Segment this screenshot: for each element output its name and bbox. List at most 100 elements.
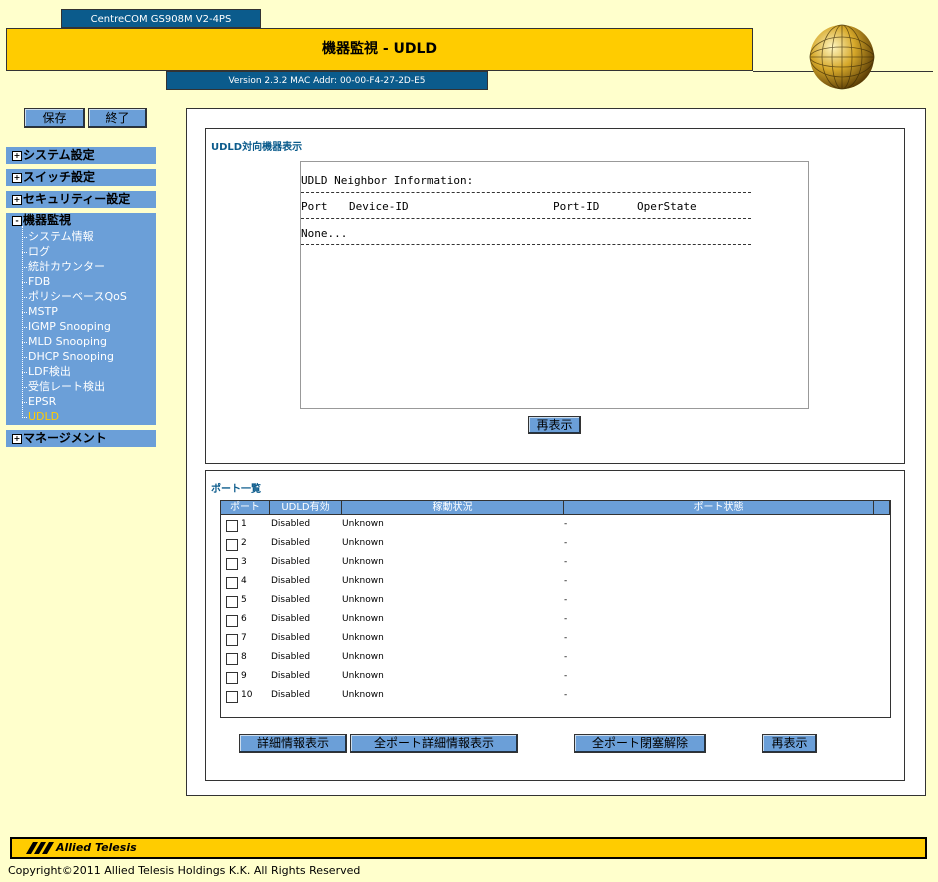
sidebar-item-label: 受信レート検出 [28,380,105,393]
col-port: Port [301,200,328,213]
sidebar-item-system-info[interactable]: システム情報 [22,229,94,244]
row-checkbox[interactable] [226,577,238,589]
operating-status: Unknown [342,690,384,700]
port-number: 1 [241,519,247,529]
sidebar-item-igmp[interactable]: IGMP Snooping [22,319,111,334]
version-info: Version 2.3.2 MAC Addr: 00-00-F4-27-2D-E… [166,71,488,90]
row-checkbox[interactable] [226,653,238,665]
port-state: - [564,690,568,700]
operating-status: Unknown [342,633,384,643]
port-state: - [564,576,568,586]
port-number: 8 [241,652,247,662]
globe-logo-icon [809,24,875,90]
sidebar-item-counters[interactable]: 統計カウンター [22,259,105,274]
sidebar-section-label: 機器監視 [23,213,72,227]
sidebar-item-label: LDF検出 [28,365,71,378]
sidebar-item-mstp[interactable]: MSTP [22,304,58,319]
neighbor-info-box: UDLD Neighbor Information: Port Device-I… [300,161,809,409]
row-checkbox[interactable] [226,634,238,646]
port-number: 3 [241,557,247,567]
operating-status: Unknown [342,576,384,586]
divider [301,244,751,245]
port-number: 7 [241,633,247,643]
port-refresh-button[interactable]: 再表示 [762,734,817,753]
neighbor-info-heading: UDLD Neighbor Information: [301,174,474,187]
port-list-title: ポート一覧 [211,484,261,495]
row-checkbox[interactable] [226,672,238,684]
udld-status: Disabled [271,633,311,643]
port-state: - [564,557,568,567]
header-operating-status: 稼動状況 [342,501,564,515]
port-state: - [564,519,568,529]
row-checkbox[interactable] [226,596,238,608]
operating-status: Unknown [342,538,384,548]
port-table: ポート UDLD有効 稼動状況 ポート状態 1 Disabled Unknown… [220,500,891,718]
port-state: - [564,614,568,624]
udld-status: Disabled [271,671,311,681]
header-port-state: ポート状態 [564,501,874,515]
expand-icon: + [12,172,22,183]
port-number: 5 [241,595,247,605]
collapse-icon: - [12,215,22,226]
col-oper-state: OperState [637,200,697,213]
sidebar-security-settings[interactable]: + セキュリティー設定 [6,191,156,208]
sidebar-item-log[interactable]: ログ [22,244,50,259]
port-number: 2 [241,538,247,548]
col-device-id: Device-ID [349,200,409,213]
expand-icon: + [12,194,22,205]
udld-status: Disabled [271,538,311,548]
sidebar-item-label: EPSR [28,395,57,408]
port-number: 4 [241,576,247,586]
udld-status: Disabled [271,557,311,567]
operating-status: Unknown [342,652,384,662]
port-number: 6 [241,614,247,624]
sidebar-item-ldf[interactable]: LDF検出 [22,364,71,379]
operating-status: Unknown [342,557,384,567]
sidebar-system-settings[interactable]: + システム設定 [6,147,156,164]
sidebar-item-epsr[interactable]: EPSR [22,394,57,409]
sidebar-item-mld[interactable]: MLD Snooping [22,334,107,349]
sidebar-monitor-header[interactable]: - 機器監視 [6,213,71,228]
sidebar-item-dhcp[interactable]: DHCP Snooping [22,349,114,364]
row-checkbox[interactable] [226,691,238,703]
detail-info-button[interactable]: 詳細情報表示 [239,734,347,753]
divider [301,192,751,193]
header-udld-enabled: UDLD有効 [270,501,342,515]
port-state: - [564,538,568,548]
operating-status: Unknown [342,519,384,529]
model-tab: CentreCOM GS908M V2-4PS [61,9,261,28]
udld-status: Disabled [271,519,311,529]
sidebar-section-label: セキュリティー設定 [23,192,131,206]
row-checkbox[interactable] [226,520,238,532]
header-scroll-spacer [874,501,890,515]
sidebar-item-label: 統計カウンター [28,260,105,273]
sidebar-switch-settings[interactable]: + スイッチ設定 [6,169,156,186]
sidebar-item-label: システム情報 [28,230,94,243]
sidebar-item-label: UDLD [28,410,60,423]
row-checkbox[interactable] [226,615,238,627]
row-checkbox[interactable] [226,558,238,570]
divider [301,218,751,219]
operating-status: Unknown [342,595,384,605]
operating-status: Unknown [342,614,384,624]
sidebar-item-fdb[interactable]: FDB [22,274,50,289]
sidebar-management[interactable]: + マネージメント [6,430,156,447]
row-checkbox[interactable] [226,539,238,551]
sidebar-item-udld[interactable]: UDLD [22,409,60,424]
udld-status: Disabled [271,595,311,605]
unblock-all-ports-button[interactable]: 全ポート閉塞解除 [574,734,706,753]
sidebar-item-label: IGMP Snooping [28,320,111,333]
sidebar-item-label: MSTP [28,305,58,318]
footer-bar: Allied Telesis [10,837,927,859]
udld-refresh-button[interactable]: 再表示 [528,416,581,434]
sidebar-item-rx-rate[interactable]: 受信レート検出 [22,379,105,394]
sidebar-section-label: システム設定 [23,148,95,162]
port-state: - [564,595,568,605]
save-button[interactable]: 保存 [24,108,85,128]
exit-button[interactable]: 終了 [88,108,147,128]
sidebar-item-qos[interactable]: ポリシーベースQoS [22,289,127,304]
udld-status: Disabled [271,614,311,624]
col-port-id: Port-ID [553,200,600,213]
udld-panel-title: UDLD対向機器表示 [211,142,303,153]
all-port-detail-button[interactable]: 全ポート詳細情報表示 [350,734,518,753]
